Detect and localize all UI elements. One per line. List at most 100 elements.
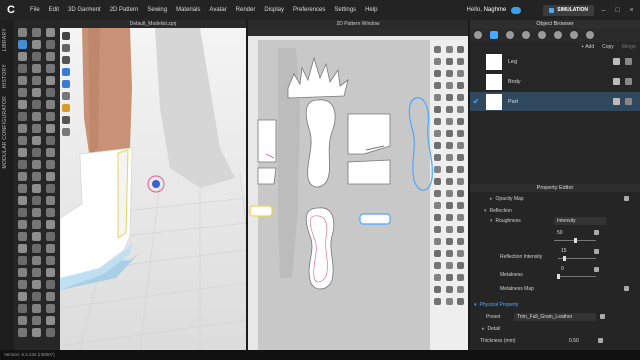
rail-tab-modular-configurator[interactable]: MODULAR CONFIGURATOR: [2, 96, 8, 168]
tool-icon[interactable]: [32, 304, 41, 313]
viewport-tool-icon[interactable]: [62, 128, 70, 136]
metalness-slider[interactable]: [558, 276, 596, 277]
fabric-info-icon[interactable]: [613, 98, 620, 105]
tool-icon[interactable]: [32, 316, 41, 325]
tool-icon[interactable]: [46, 28, 55, 37]
opacity-map-row[interactable]: ▸ Opacity Map: [470, 194, 640, 204]
tool-icon[interactable]: [18, 160, 27, 169]
pattern-piece-insole-top[interactable]: [305, 99, 336, 188]
viewport-tool-icon[interactable]: [62, 32, 70, 40]
pattern-tool-icon[interactable]: [434, 82, 441, 89]
pattern-tool-icon[interactable]: [434, 250, 441, 257]
tool-icon[interactable]: [32, 88, 41, 97]
tool-icon[interactable]: [32, 112, 41, 121]
tool-icon[interactable]: [18, 124, 27, 133]
tool-icon[interactable]: [32, 256, 41, 265]
thickness-value[interactable]: 0.50: [566, 337, 596, 345]
pattern-tool-icon[interactable]: [446, 286, 453, 293]
tool-icon[interactable]: [32, 76, 41, 85]
pattern-tool-icon[interactable]: [446, 250, 453, 257]
pattern-tool-icon[interactable]: [446, 178, 453, 185]
pattern-tool-icon[interactable]: [446, 118, 453, 125]
merge-button[interactable]: Merge: [622, 44, 636, 50]
menu-render[interactable]: Render: [236, 7, 256, 13]
viewport-tool-icon[interactable]: [62, 56, 70, 64]
tool-icon[interactable]: [18, 256, 27, 265]
tool-icon[interactable]: [46, 160, 55, 169]
preset-select[interactable]: Trim_Full_Grain_Leather: [514, 313, 596, 321]
tool-icon[interactable]: [46, 124, 55, 133]
pattern-tool-icon[interactable]: [446, 238, 453, 245]
graphic-tab-icon[interactable]: [586, 31, 594, 39]
close-icon[interactable]: ×: [627, 7, 636, 14]
roughness-value[interactable]: 50: [554, 229, 584, 237]
puckering-tab-icon[interactable]: [554, 31, 562, 39]
pattern-tool-icon[interactable]: [457, 106, 464, 113]
tool-icon[interactable]: [46, 220, 55, 229]
pattern-tool-icon[interactable]: [434, 142, 441, 149]
tool-icon[interactable]: [18, 88, 27, 97]
viewport-tool-icon[interactable]: [62, 92, 70, 100]
tool-icon[interactable]: [46, 76, 55, 85]
pattern-tool-icon[interactable]: [446, 202, 453, 209]
tool-icon[interactable]: [46, 40, 55, 49]
pattern-tool-icon[interactable]: [446, 154, 453, 161]
tool-icon[interactable]: [18, 220, 27, 229]
pattern-tool-icon[interactable]: [446, 226, 453, 233]
menu-3d-garment[interactable]: 3D Garment: [68, 7, 101, 13]
pattern-tool-icon[interactable]: [434, 274, 441, 281]
add-button[interactable]: + Add: [581, 44, 594, 50]
pattern-tool-icon[interactable]: [457, 286, 464, 293]
pattern-tool-icon[interactable]: [434, 154, 441, 161]
metalness-value[interactable]: 0: [558, 265, 588, 273]
folder-icon[interactable]: [624, 286, 629, 291]
reflection-row[interactable]: ▾ Reflection: [470, 206, 640, 216]
pattern-tool-icon[interactable]: [457, 238, 464, 245]
tool-icon[interactable]: [32, 40, 41, 49]
pattern-tool-icon[interactable]: [457, 58, 464, 65]
pattern-tool-icon[interactable]: [434, 130, 441, 137]
tool-icon[interactable]: [18, 112, 27, 121]
pattern-tool-icon[interactable]: [446, 298, 453, 305]
tool-icon[interactable]: [18, 244, 27, 253]
tool-icon[interactable]: [46, 148, 55, 157]
viewport-tool-icon[interactable]: [62, 44, 70, 52]
pattern-tool-icon[interactable]: [446, 142, 453, 149]
copy-button[interactable]: Copy: [602, 44, 614, 50]
tool-icon[interactable]: [32, 268, 41, 277]
pattern-tool-icon[interactable]: [457, 118, 464, 125]
pattern-tool-icon[interactable]: [457, 82, 464, 89]
tool-icon[interactable]: [46, 256, 55, 265]
tool-icon[interactable]: [46, 316, 55, 325]
pattern-tool-icon[interactable]: [446, 70, 453, 77]
pattern-tool-icon[interactable]: [457, 250, 464, 257]
tool-icon[interactable]: [46, 292, 55, 301]
edit-icon[interactable]: [594, 267, 599, 272]
tool-icon[interactable]: [46, 268, 55, 277]
tool-icon[interactable]: [46, 88, 55, 97]
button-tab-icon[interactable]: [506, 31, 514, 39]
menu-preferences[interactable]: Preferences: [293, 7, 325, 13]
pattern-tool-icon[interactable]: [446, 94, 453, 101]
scene-tab-icon[interactable]: [474, 31, 482, 39]
tool-icon[interactable]: [18, 184, 27, 193]
tool-icon[interactable]: [46, 136, 55, 145]
tool-icon[interactable]: [32, 184, 41, 193]
viewport-tool-icon[interactable]: [62, 80, 70, 88]
menu-2d-pattern[interactable]: 2D Pattern: [110, 7, 139, 13]
buttonhole-tab-icon[interactable]: [522, 31, 530, 39]
tool-icon[interactable]: [18, 52, 27, 61]
tool-icon[interactable]: [32, 64, 41, 73]
pattern-tool-icon[interactable]: [434, 70, 441, 77]
menu-display[interactable]: Display: [264, 7, 284, 13]
tool-icon[interactable]: [46, 196, 55, 205]
tool-icon[interactable]: [32, 100, 41, 109]
fabric-item[interactable]: Body: [470, 72, 640, 91]
tool-icon[interactable]: [46, 52, 55, 61]
tool-icon[interactable]: [32, 232, 41, 241]
edit-icon[interactable]: [594, 249, 599, 254]
tool-icon[interactable]: [32, 328, 41, 337]
tool-icon[interactable]: [18, 136, 27, 145]
tool-icon[interactable]: [32, 52, 41, 61]
metalness-knob[interactable]: [557, 274, 560, 279]
